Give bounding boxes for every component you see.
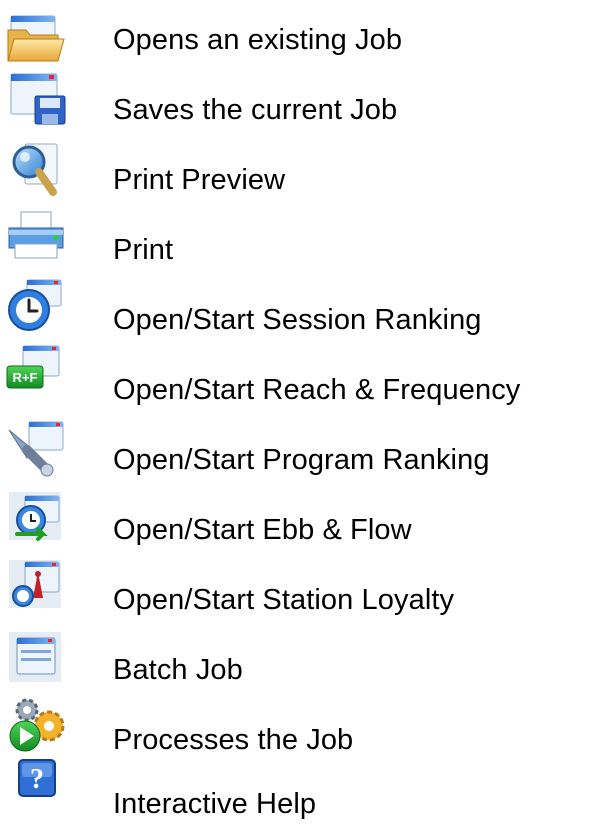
ebb-flow-icon bbox=[5, 490, 67, 548]
legend-row-ebb-flow: Open/Start Ebb & Flow bbox=[0, 492, 598, 564]
legend-label: Saves the current Job bbox=[113, 94, 398, 126]
print-preview-icon bbox=[5, 140, 67, 198]
legend-label: Print bbox=[113, 234, 174, 266]
legend-label: Open/Start Program Ranking bbox=[113, 444, 490, 476]
program-ranking-icon bbox=[5, 420, 67, 478]
legend-row-print: Print bbox=[0, 211, 598, 284]
session-ranking-icon bbox=[5, 278, 67, 336]
legend-row-session-ranking: Open/Start Session Ranking bbox=[0, 279, 598, 354]
legend-label: Batch Job bbox=[113, 654, 243, 686]
legend-row-station-loyalty: Open/Start Station Loyalty bbox=[0, 560, 598, 634]
legend-label: Opens an existing Job bbox=[113, 24, 403, 56]
legend-label: Open/Start Reach & Frequency bbox=[113, 374, 521, 406]
reach-frequency-icon-text: R+F bbox=[13, 370, 38, 385]
legend-row-program-ranking: Open/Start Program Ranking bbox=[0, 421, 598, 494]
legend-row-save: Saves the current Job bbox=[0, 73, 598, 144]
help-icon: ? bbox=[5, 756, 67, 814]
help-icon-text: ? bbox=[30, 764, 44, 795]
save-icon bbox=[5, 70, 67, 128]
legend-row-interactive-help: ? Interactive Help bbox=[0, 759, 598, 830]
legend-row-print-preview: Print Preview bbox=[0, 143, 598, 214]
printer-icon bbox=[5, 208, 67, 266]
legend-row-batch-job: Batch Job bbox=[0, 632, 598, 704]
process-job-icon bbox=[5, 696, 67, 754]
reach-frequency-icon: R+F bbox=[5, 340, 67, 398]
legend-row-reach-frequency: R+F Open/Start Reach & Frequency bbox=[0, 345, 598, 424]
station-loyalty-icon bbox=[5, 558, 67, 616]
legend-label: Print Preview bbox=[113, 164, 286, 196]
legend-label: Open/Start Station Loyalty bbox=[113, 584, 455, 616]
legend-row-open: Opens an existing Job bbox=[0, 6, 598, 74]
legend-label: Open/Start Session Ranking bbox=[113, 304, 482, 336]
batch-job-icon bbox=[5, 630, 67, 688]
legend-label: Interactive Help bbox=[113, 788, 317, 820]
open-folder-icon bbox=[5, 8, 67, 66]
legend-label: Open/Start Ebb & Flow bbox=[113, 514, 412, 546]
